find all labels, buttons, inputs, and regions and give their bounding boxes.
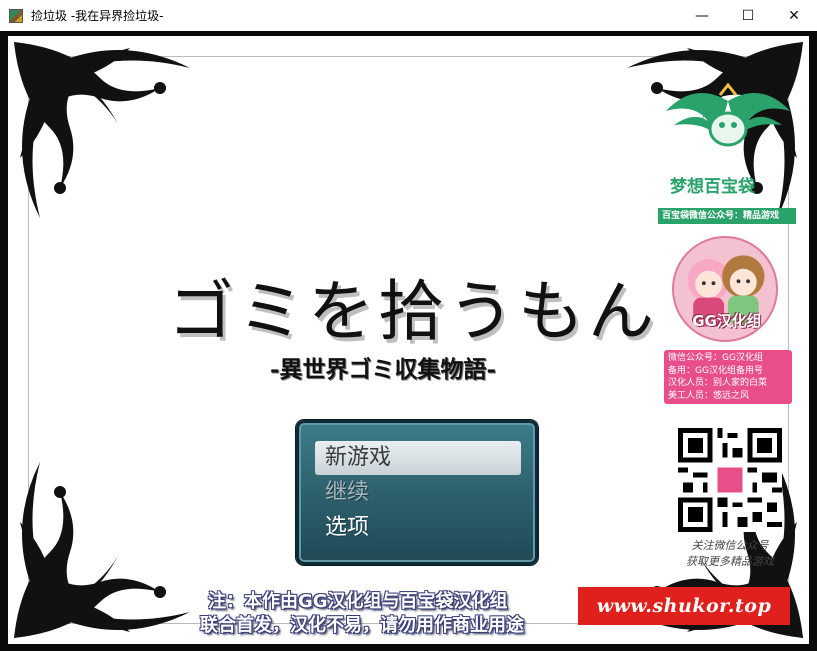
winged-bag-icon: [666, 82, 790, 147]
minimize-button[interactable]: —: [679, 0, 725, 31]
window-titlebar[interactable]: 捡垃圾 -我在异界捡垃圾- — ☐ ✕: [0, 0, 817, 31]
qr-caption: 关注微信公众号 获取更多精品游戏: [662, 538, 798, 570]
gg-info-line: 备用：GG汉化组备用号: [668, 365, 763, 376]
translation-notice: 注：本作由GG汉化组与百宝袋汉化组 联合首发，汉化不易，请勿用作商业用途: [200, 590, 620, 638]
gg-group-badge: GG汉化组: [672, 236, 778, 342]
baibaodai-logo: [664, 81, 792, 181]
tribal-ornament-top-left: [10, 38, 200, 228]
app-icon: [9, 8, 23, 23]
menu-item-new-game[interactable]: 新游戏: [315, 441, 521, 475]
qr-caption-line-2: 获取更多精品游戏: [686, 555, 774, 568]
game-title-logo: ゴミを拾うもん: [168, 273, 658, 350]
close-button[interactable]: ✕: [771, 0, 817, 31]
gg-group-name: GG汉化组: [692, 312, 762, 330]
tribal-ornament-bottom-left: [10, 452, 200, 642]
gg-info-line: 微信公众号：GG汉化组: [668, 353, 763, 363]
game-subtitle: -異世界ゴミ収集物語-: [270, 356, 497, 383]
notice-line-2: 联合首发，汉化不易，请勿用作商业用途: [200, 615, 524, 636]
title-menu: 新游戏 继续 选项: [296, 420, 538, 565]
baibaodai-name: 梦想百宝袋: [670, 177, 755, 197]
game-canvas[interactable]: ゴミを拾うもん -異世界ゴミ収集物語- 新游戏 继续 选项 梦想百宝袋 百宝袋微…: [0, 31, 817, 651]
baibaodai-wechat-bar: 百宝袋微信公众号：精品游戏: [658, 208, 796, 224]
title-screen-background: ゴミを拾うもん -異世界ゴミ収集物語- 新游戏 继续 选项 梦想百宝袋 百宝袋微…: [8, 36, 809, 644]
credits-panel: 梦想百宝袋 百宝袋微信公众号：精品游戏 GG汉化组 微信公众号：GG汉化组 备用…: [656, 76, 798, 636]
gg-group-info: 微信公众号：GG汉化组 备用：GG汉化组备用号 汉化人员：别人家的白菜 美工人员…: [664, 350, 792, 404]
qr-caption-line-1: 关注微信公众号: [691, 539, 769, 552]
menu-item-continue[interactable]: 继续: [315, 476, 521, 510]
menu-item-options[interactable]: 选项: [315, 511, 521, 545]
site-watermark: www.shukor.top: [578, 587, 790, 625]
window-title: 捡垃圾 -我在异界捡垃圾-: [31, 9, 164, 23]
gg-info-line: 美工人员：悠远之风: [668, 390, 750, 401]
maximize-button[interactable]: ☐: [725, 0, 771, 31]
gg-info-line: 汉化人员：别人家的白菜: [668, 378, 768, 388]
qr-code: [678, 428, 782, 532]
notice-line-1: 注：本作由GG汉化组与百宝袋汉化组: [208, 591, 508, 612]
